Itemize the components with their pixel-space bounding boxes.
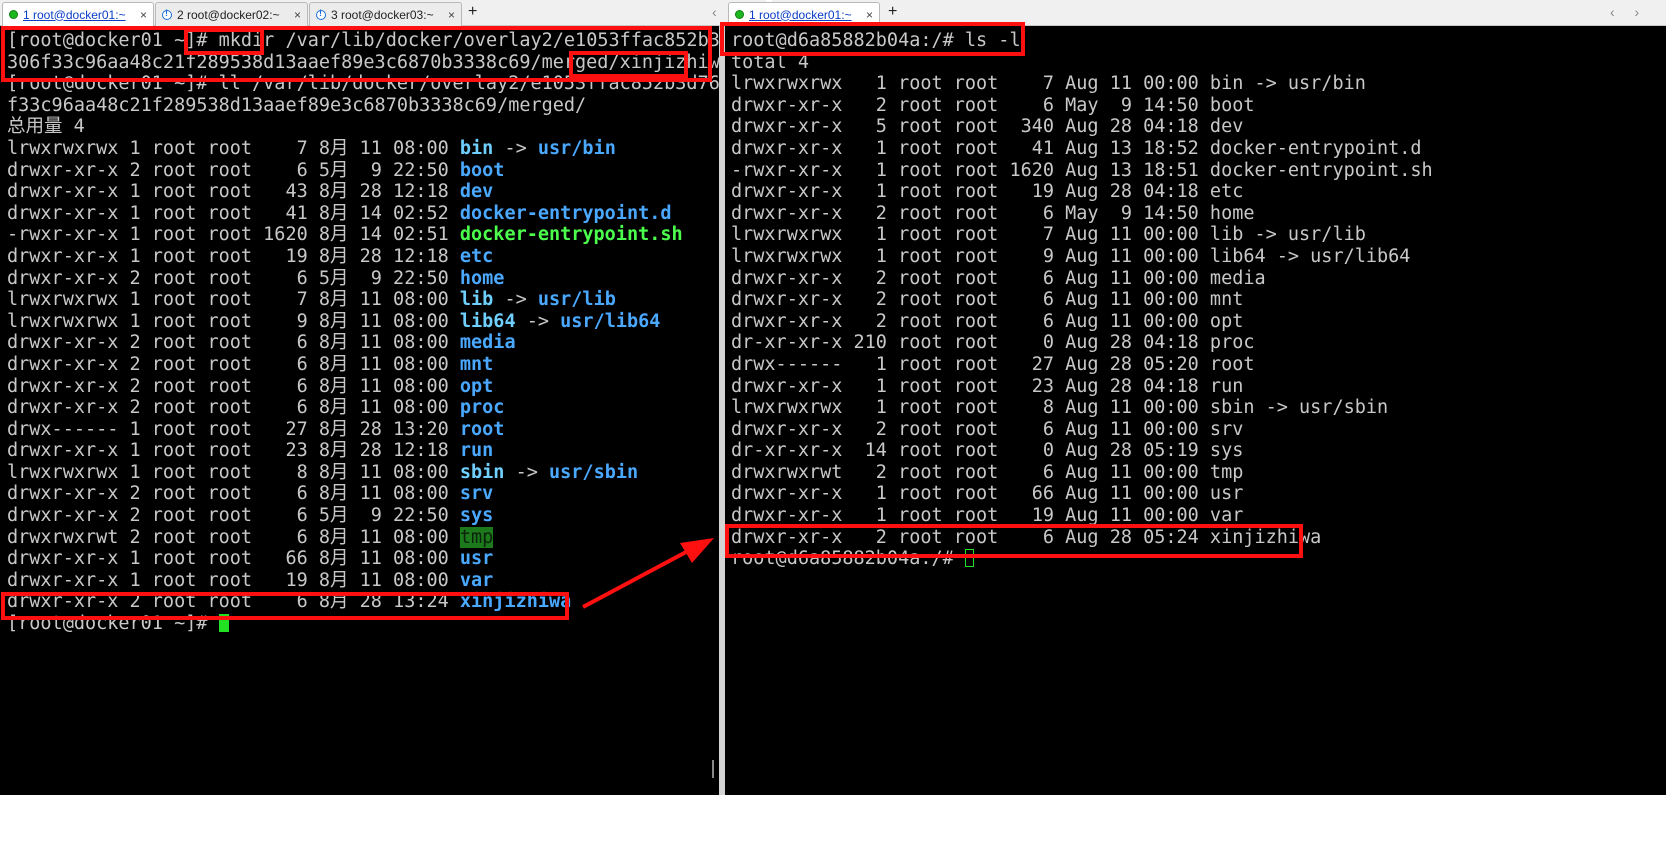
annotation-arrow — [582, 538, 714, 609]
annotation-arrow-head — [680, 538, 714, 563]
annotation-arrow-shaft — [582, 549, 689, 609]
